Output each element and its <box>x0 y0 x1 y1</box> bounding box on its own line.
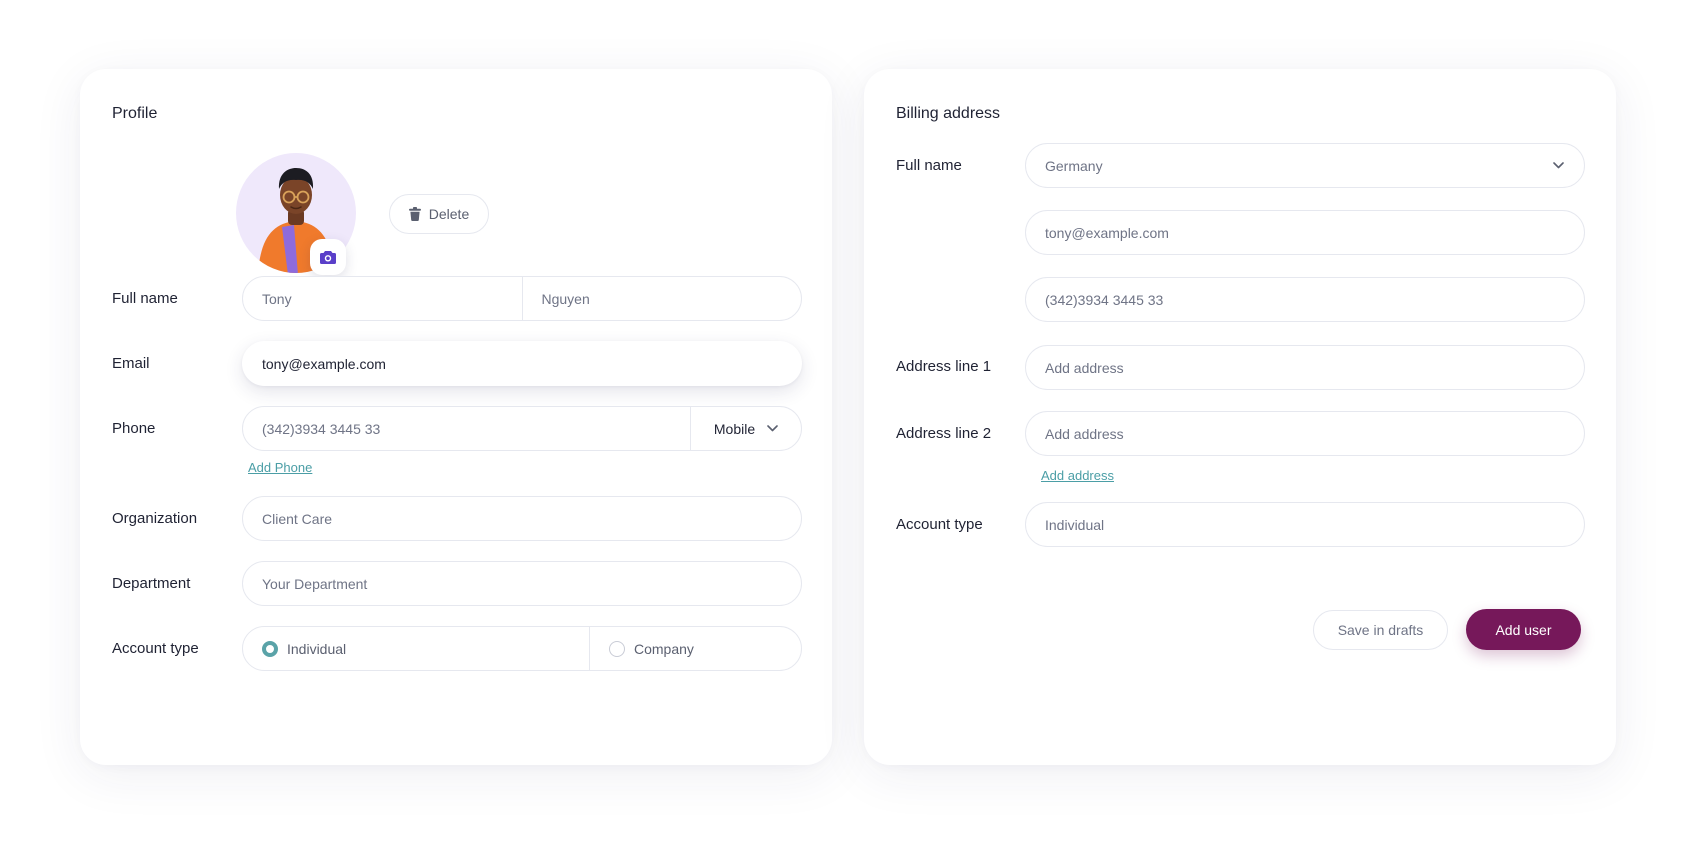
billing-phone-placeholder: (342)3934 3445 33 <box>1045 291 1164 308</box>
address-line-2-placeholder: Add address <box>1045 425 1124 442</box>
trash-icon <box>408 207 421 221</box>
camera-icon <box>320 251 336 264</box>
profile-title: Profile <box>112 105 158 122</box>
first-name-placeholder: Tony <box>262 290 292 307</box>
delete-photo-button[interactable]: Delete <box>389 194 489 234</box>
add-user-button[interactable]: Add user <box>1466 609 1581 650</box>
billing-card: Billing address Full name Germany tony@e… <box>864 69 1616 765</box>
address-line-1-label: Address line 1 <box>896 358 992 375</box>
radio-individual[interactable]: Individual <box>243 627 589 670</box>
phone-field: (342)3934 3445 33 Mobile <box>242 406 802 451</box>
address-line-2-label: Address line 2 <box>896 425 992 442</box>
address-line-1-input[interactable]: Add address <box>1025 345 1585 390</box>
first-name-input[interactable]: Tony <box>243 277 522 320</box>
department-label: Department <box>112 575 191 592</box>
department-input[interactable]: Your Department <box>242 561 802 606</box>
organization-input[interactable]: Client Care <box>242 496 802 541</box>
radio-selected-indicator <box>262 640 278 657</box>
chevron-down-icon <box>767 425 778 432</box>
phone-type-select[interactable]: Mobile <box>691 407 801 450</box>
change-photo-button[interactable] <box>310 239 346 275</box>
phone-type-value: Mobile <box>713 420 756 437</box>
chevron-down-icon <box>1553 162 1564 169</box>
billing-full-name-label: Full name <box>896 157 962 174</box>
department-placeholder: Your Department <box>262 575 368 592</box>
radio-unselected-indicator <box>609 640 625 657</box>
radio-company[interactable]: Company <box>590 627 801 670</box>
profile-card: Profile Delete Full name Tony Nguyen Ema… <box>80 69 832 765</box>
full-name-field: Tony Nguyen <box>242 276 802 321</box>
save-in-drafts-button[interactable]: Save in drafts <box>1313 610 1448 650</box>
billing-email-input[interactable]: tony@example.com <box>1025 210 1585 255</box>
phone-input[interactable]: (342)3934 3445 33 <box>243 407 690 450</box>
country-select[interactable]: Germany <box>1025 143 1585 188</box>
billing-account-type-placeholder: Individual <box>1045 516 1105 533</box>
billing-account-type-input[interactable]: Individual <box>1025 502 1585 547</box>
delete-label: Delete <box>428 206 470 222</box>
billing-phone-input[interactable]: (342)3934 3445 33 <box>1025 277 1585 322</box>
last-name-input[interactable]: Nguyen <box>523 277 802 320</box>
billing-email-placeholder: tony@example.com <box>1045 224 1169 241</box>
email-input[interactable]: tony@example.com <box>242 341 802 386</box>
last-name-placeholder: Nguyen <box>541 290 590 307</box>
address-line-1-placeholder: Add address <box>1045 359 1124 376</box>
organization-label: Organization <box>112 510 198 527</box>
billing-account-type-label: Account type <box>896 516 983 533</box>
country-value: Germany <box>1045 157 1103 174</box>
full-name-label: Full name <box>112 290 178 307</box>
account-type-radio-group: Individual Company <box>242 626 802 671</box>
organization-placeholder: Client Care <box>262 510 333 527</box>
radio-company-label: Company <box>634 640 694 657</box>
billing-title: Billing address <box>896 105 1001 122</box>
phone-label: Phone <box>112 420 156 437</box>
radio-individual-label: Individual <box>287 640 347 657</box>
account-type-label: Account type <box>112 640 199 657</box>
phone-placeholder: (342)3934 3445 33 <box>262 420 381 437</box>
add-phone-link[interactable]: Add Phone <box>248 460 312 475</box>
add-address-link[interactable]: Add address <box>1041 468 1114 483</box>
email-value: tony@example.com <box>262 355 386 372</box>
email-label: Email <box>112 355 150 372</box>
address-line-2-input[interactable]: Add address <box>1025 411 1585 456</box>
